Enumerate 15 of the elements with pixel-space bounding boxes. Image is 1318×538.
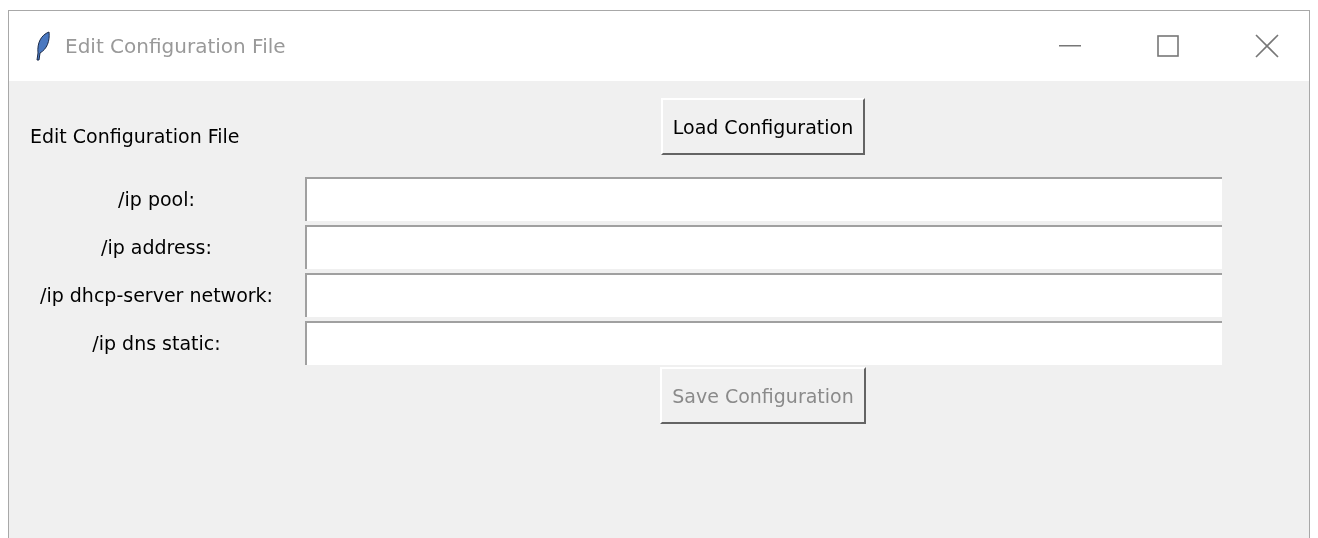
maximize-icon[interactable] [1157,35,1179,57]
feather-icon [35,31,51,61]
window-title: Edit Configuration File [65,34,286,58]
close-icon[interactable] [1255,34,1279,58]
input-field[interactable] [305,225,1222,269]
minimize-icon[interactable] [1059,45,1081,47]
input-field[interactable] [305,177,1222,221]
input-field[interactable] [305,321,1222,365]
field-label: /ip dhcp-server network: [39,284,274,306]
load-button[interactable]: Load Configuration [660,98,866,155]
heading-label: Edit Configuration File [29,124,241,147]
field-label: /ip dns static: [91,332,222,354]
field-label: /ip pool: [117,188,196,210]
input-field[interactable] [305,273,1222,317]
field-label: /ip address: [100,236,213,258]
